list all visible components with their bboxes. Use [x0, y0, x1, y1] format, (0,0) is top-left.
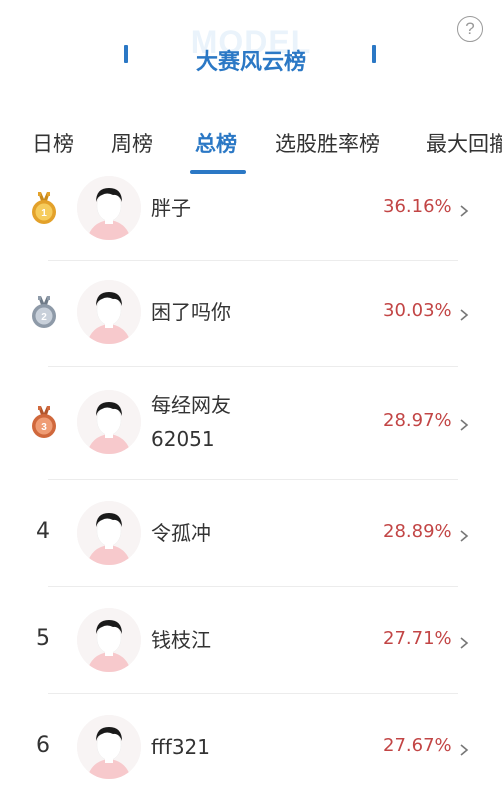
chevron-right-icon[interactable] [458, 527, 470, 542]
return-percent: 27.67% [383, 735, 452, 756]
question-circle-icon[interactable]: ? [457, 16, 483, 42]
return-percent: 28.97% [383, 410, 452, 431]
rank-number: 4 [36, 519, 50, 544]
user-name: 钱枝江 [151, 623, 211, 657]
gold-medal-icon: 1 [29, 191, 59, 225]
chevron-right-icon[interactable] [458, 306, 470, 321]
return-percent: 30.03% [383, 300, 452, 321]
user-name-line: fff321 [151, 735, 210, 759]
user-name-line: 钱枝江 [151, 628, 211, 652]
title-left-bar [124, 45, 128, 63]
active-tab-indicator [190, 170, 246, 174]
row-divider [48, 586, 458, 587]
chevron-right-icon[interactable] [458, 416, 470, 431]
avatar[interactable] [77, 176, 141, 240]
leaderboard-row[interactable]: 3 每经网友 62051 28.97% [0, 366, 502, 479]
rank-number: 6 [36, 733, 50, 758]
header: MODEL 大赛风云榜 ? [0, 0, 502, 100]
leaderboard-row[interactable]: 6 fff321 27.67% [0, 693, 502, 800]
user-name: 令孤冲 [151, 516, 211, 550]
chevron-right-icon[interactable] [458, 202, 470, 217]
tab-weekly[interactable]: 周榜 [111, 128, 153, 158]
user-name-line: 62051 [151, 427, 215, 451]
user-name: 胖子 [151, 191, 191, 225]
return-percent: 27.71% [383, 628, 452, 649]
user-name: fff321 [151, 730, 210, 764]
bronze-medal-icon: 3 [29, 405, 59, 439]
leaderboard-row[interactable]: 1 胖子 36.16% [0, 176, 502, 260]
tab-max-drawdown[interactable]: 最大回撤 [426, 128, 502, 158]
rank-number: 5 [36, 626, 50, 651]
user-name: 每经网友 62051 [151, 388, 231, 456]
leaderboard-row[interactable]: 5 钱枝江 27.71% [0, 586, 502, 693]
return-percent: 28.89% [383, 521, 452, 542]
row-divider [48, 260, 458, 261]
row-divider [48, 366, 458, 367]
silver-medal-icon: 2 [29, 295, 59, 329]
user-name-line: 每经网友 [151, 393, 231, 417]
page-title: 大赛风云榜 [195, 50, 306, 75]
tab-daily[interactable]: 日榜 [32, 128, 74, 158]
svg-text:2: 2 [41, 312, 47, 323]
chevron-right-icon[interactable] [458, 634, 470, 649]
avatar[interactable] [77, 715, 141, 779]
row-divider [48, 693, 458, 694]
tab-overall[interactable]: 总榜 [195, 128, 237, 158]
svg-text:1: 1 [41, 208, 47, 219]
tab-bar: 日榜 周榜 总榜 选股胜率榜 最大回撤 [0, 118, 502, 178]
avatar[interactable] [77, 280, 141, 344]
svg-text:3: 3 [41, 422, 47, 433]
user-name-line: 困了吗你 [151, 300, 231, 324]
row-divider [48, 479, 458, 480]
user-name: 困了吗你 [151, 295, 231, 329]
tab-win-rate[interactable]: 选股胜率榜 [275, 128, 380, 158]
avatar[interactable] [77, 501, 141, 565]
user-name-line: 令孤冲 [151, 521, 211, 545]
avatar[interactable] [77, 608, 141, 672]
leaderboard-row[interactable]: 2 困了吗你 30.03% [0, 260, 502, 366]
user-name-line: 胖子 [151, 196, 191, 220]
chevron-right-icon[interactable] [458, 741, 470, 756]
leaderboard-row[interactable]: 4 令孤冲 28.89% [0, 479, 502, 586]
title-right-bar [372, 45, 376, 63]
avatar[interactable] [77, 390, 141, 454]
return-percent: 36.16% [383, 196, 452, 217]
